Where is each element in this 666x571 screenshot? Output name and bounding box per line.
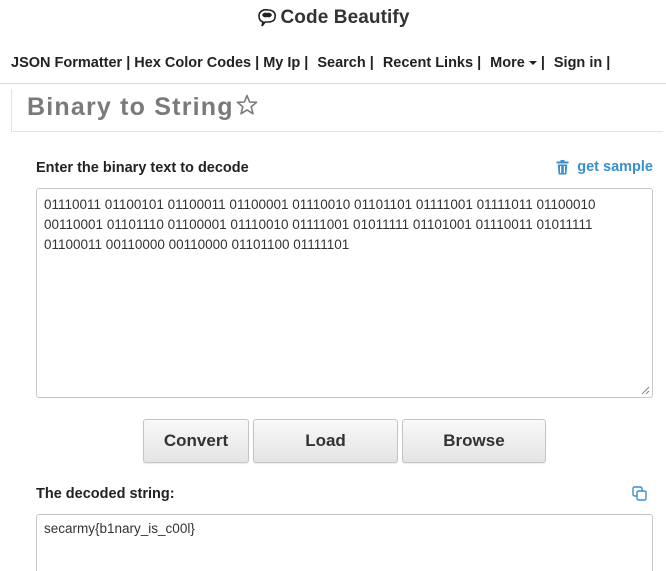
- star-outline-icon[interactable]: [235, 93, 259, 117]
- page-title-text: Binary to String: [27, 93, 234, 121]
- header-divider: [0, 83, 666, 84]
- chevron-down-icon: [528, 61, 537, 66]
- nav-search[interactable]: Search |: [317, 55, 373, 71]
- get-sample-link[interactable]: get sample: [556, 159, 653, 175]
- binary-input-line: 00110001 01101110 01100001 01110010 0111…: [44, 217, 593, 232]
- logo-text: Code Beautify: [280, 7, 410, 28]
- page-title-bar: Binary to String: [11, 89, 663, 132]
- browse-button[interactable]: Browse: [402, 419, 546, 463]
- binary-input-line: 01110011 01100101 01100011 01100001 0111…: [44, 197, 596, 212]
- nav-json-formatter[interactable]: JSON Formatter |: [11, 55, 130, 71]
- site-logo[interactable]: Code Beautify: [0, 5, 666, 31]
- convert-button[interactable]: Convert: [143, 419, 249, 463]
- brain-bubble-icon: [258, 8, 277, 27]
- nav-more[interactable]: More: [490, 55, 537, 71]
- nav-more-label: More: [490, 55, 525, 71]
- copy-icon[interactable]: [632, 486, 647, 501]
- input-label: Enter the binary text to decode: [36, 160, 249, 176]
- nav-separator: |: [540, 55, 545, 71]
- resize-grip-icon[interactable]: [641, 386, 650, 395]
- nav-hex-color-codes[interactable]: Hex Color Codes |: [134, 55, 259, 71]
- decoded-output[interactable]: secarmy{b1nary_is_c00l}: [36, 514, 653, 571]
- nav-sign-in[interactable]: Sign in |: [554, 55, 610, 71]
- output-label: The decoded string:: [36, 486, 175, 502]
- get-sample-label: get sample: [577, 159, 653, 175]
- page-title: Binary to String: [27, 93, 259, 122]
- binary-input[interactable]: 01110011 01100101 01100011 01100001 0111…: [36, 188, 653, 398]
- binary-input-line: 01100011 00110000 00110000 01101100 0111…: [44, 237, 350, 252]
- decoded-output-text: secarmy{b1nary_is_c00l}: [44, 521, 195, 536]
- top-nav: JSON Formatter | Hex Color Codes | My Ip…: [11, 54, 610, 72]
- load-button[interactable]: Load: [253, 419, 398, 463]
- nav-my-ip[interactable]: My Ip |: [263, 55, 308, 71]
- nav-recent-links[interactable]: Recent Links |: [383, 55, 481, 71]
- trash-icon: [556, 159, 569, 174]
